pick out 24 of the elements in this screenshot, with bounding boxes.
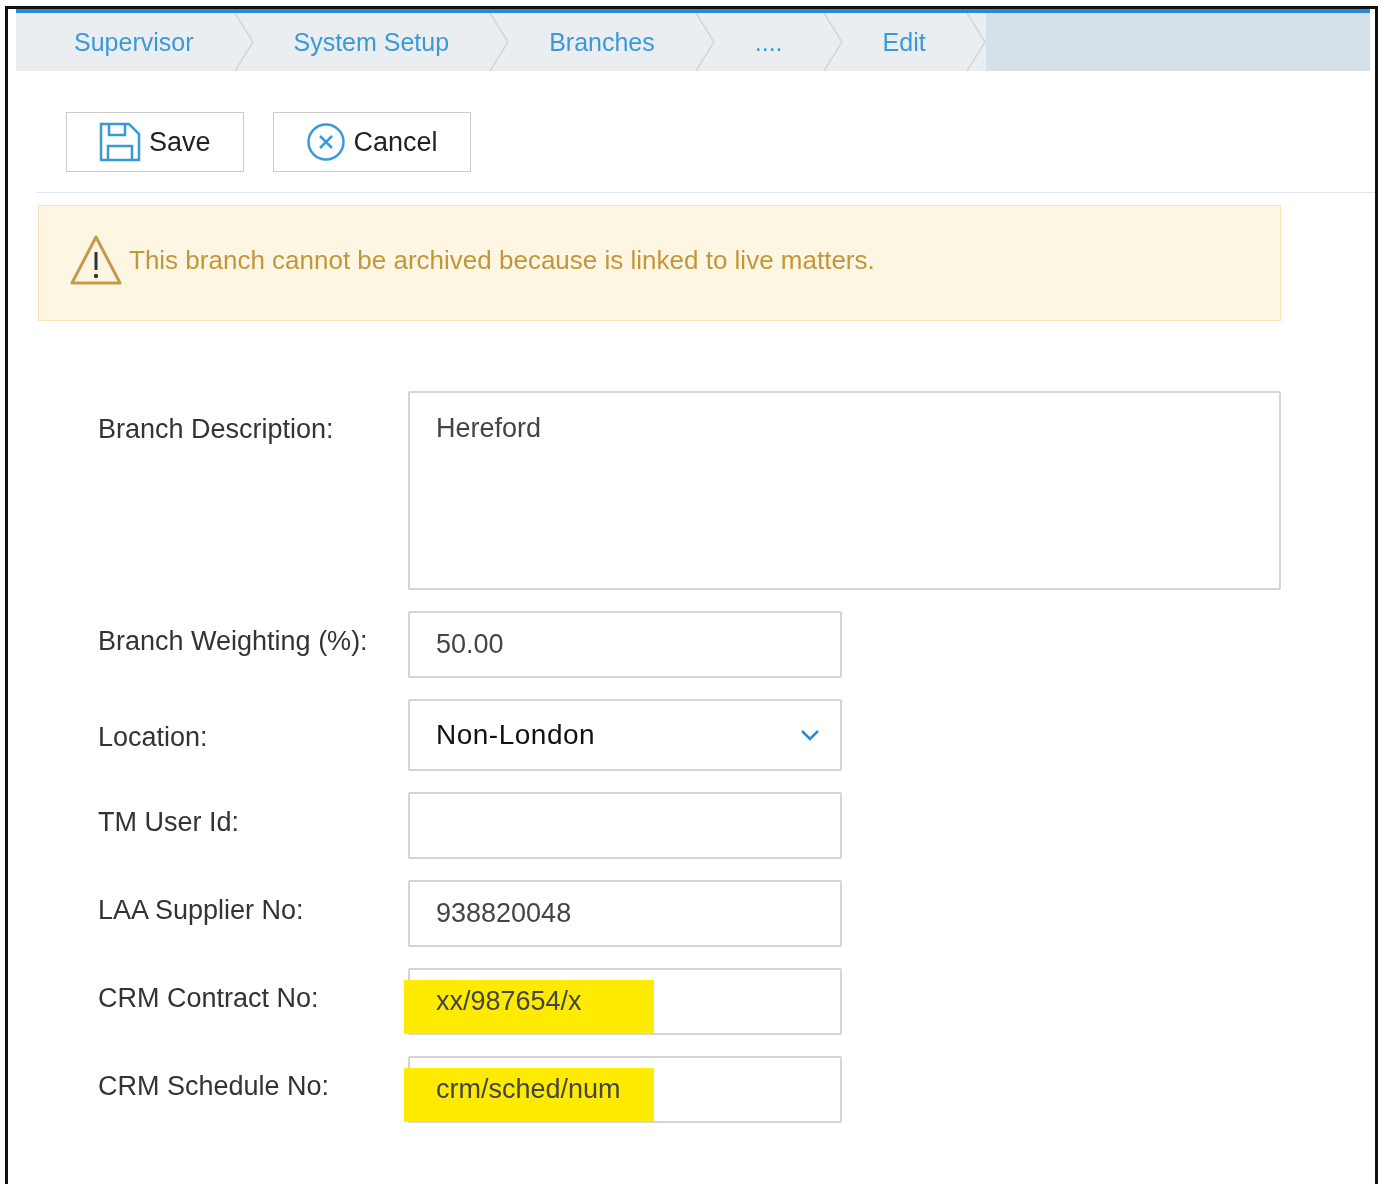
chevron-separator-icon [822, 13, 843, 71]
field-label: LAA Supplier No: [98, 894, 305, 927]
field-label: Branch Description: [98, 413, 335, 446]
cancel-button[interactable]: Cancel [272, 112, 471, 172]
chevron-separator-icon [694, 13, 715, 71]
field-label: Location: [98, 721, 209, 754]
field-label: Branch Weighting (%): [98, 625, 369, 658]
alert-message: This branch cannot be archived because is linked to live matters. [129, 244, 875, 276]
input-field[interactable]: 938820048 [408, 880, 842, 947]
field-label: CRM Schedule No: [98, 1070, 331, 1103]
chevron-down-icon [800, 729, 820, 741]
description-field[interactable]: Hereford [408, 391, 1281, 590]
location-dropdown[interactable]: Non-London [408, 699, 842, 771]
input-field[interactable] [408, 792, 842, 859]
chevron-separator-icon [965, 13, 986, 71]
input-field[interactable]: 50.00 [408, 611, 842, 678]
chevron-separator-icon [489, 13, 510, 71]
field-label: TM User Id: [98, 806, 240, 839]
warning-icon [69, 234, 123, 286]
field-label: CRM Contract No: [98, 982, 320, 1015]
chevron-separator-icon [233, 13, 254, 71]
save-button[interactable]: Save [66, 112, 244, 172]
cancel-icon [305, 122, 346, 162]
save-icon [99, 122, 141, 162]
